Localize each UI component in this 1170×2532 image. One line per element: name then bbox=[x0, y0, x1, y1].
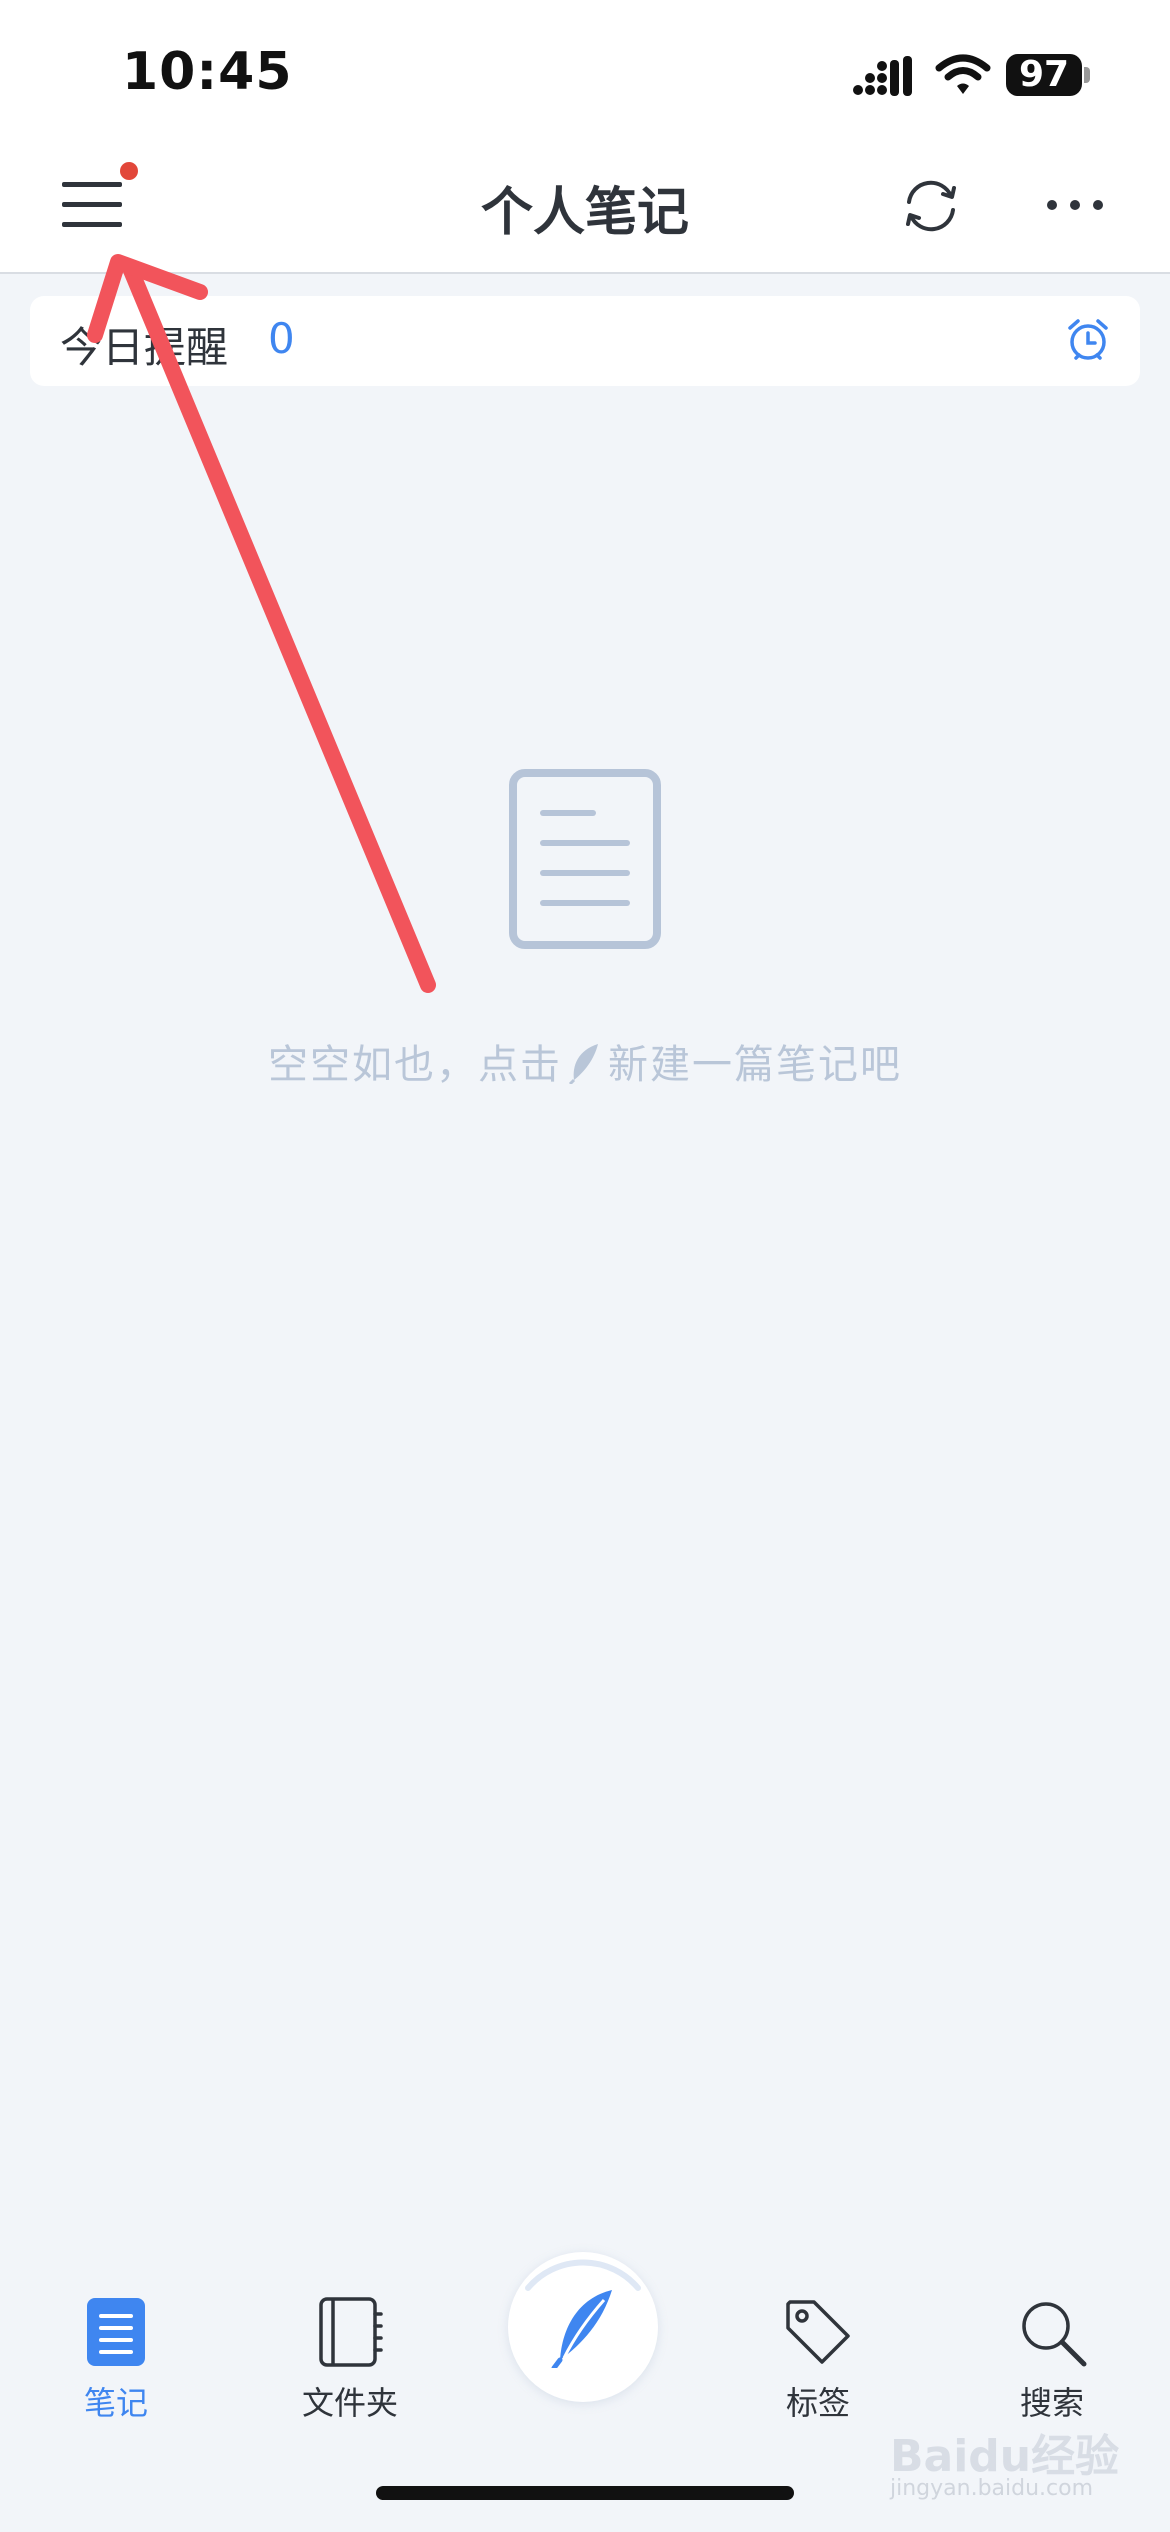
tab-folders[interactable]: 文件夹 bbox=[270, 2296, 430, 2424]
more-icon[interactable] bbox=[1040, 180, 1110, 230]
reminder-count: 0 bbox=[268, 314, 295, 363]
tab-search-label: 搜索 bbox=[1019, 2384, 1084, 2422]
empty-state-text: 空空如也，点击 新建一篇笔记吧 bbox=[0, 1032, 1170, 1090]
wifi-icon bbox=[935, 54, 991, 94]
tab-folders-label: 文件夹 bbox=[301, 2384, 398, 2422]
home-indicator[interactable] bbox=[376, 2486, 794, 2500]
tab-tags[interactable]: 标签 bbox=[738, 2296, 898, 2424]
tab-tags-label: 标签 bbox=[785, 2384, 850, 2422]
watermark-url: jingyan.baidu.com bbox=[890, 2476, 1094, 2501]
feather-icon bbox=[568, 1044, 598, 1084]
sync-icon[interactable] bbox=[895, 170, 967, 242]
tag-icon bbox=[786, 2300, 850, 2364]
tab-notes-label: 笔记 bbox=[83, 2384, 148, 2422]
search-icon bbox=[1022, 2302, 1087, 2367]
reminder-label: 今日提醒 bbox=[60, 323, 229, 372]
feather-icon bbox=[551, 2290, 612, 2368]
empty-text-after: 新建一篇笔记吧 bbox=[608, 1042, 902, 1088]
watermark-brand: Baidu经验 bbox=[890, 2431, 1120, 2482]
today-reminder-card[interactable]: 今日提醒 0 bbox=[30, 296, 1140, 386]
battery-cap bbox=[1084, 67, 1090, 83]
page-title: 个人笔记 bbox=[480, 183, 689, 243]
status-time: 10:45 bbox=[122, 42, 293, 102]
tab-notes[interactable]: 笔记 bbox=[36, 2296, 196, 2424]
signal-icon bbox=[853, 56, 912, 96]
battery-icon: 97 bbox=[1006, 54, 1082, 96]
tab-search[interactable]: 搜索 bbox=[972, 2296, 1132, 2424]
notebook-icon bbox=[319, 2297, 383, 2367]
empty-text-before: 空空如也，点击 bbox=[268, 1042, 562, 1088]
document-icon bbox=[509, 769, 661, 949]
alarm-clock-icon bbox=[1068, 319, 1108, 360]
notes-icon bbox=[87, 2298, 145, 2366]
